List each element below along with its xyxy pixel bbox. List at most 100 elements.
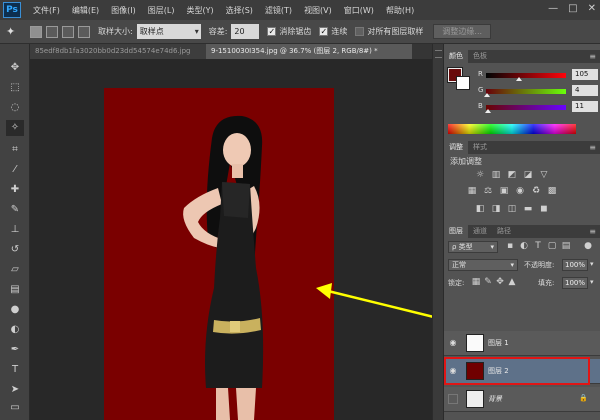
tab-color[interactable]: 颜色 (444, 50, 468, 63)
contiguous-checkbox[interactable]: ✓ (319, 27, 329, 36)
color-balance-icon[interactable]: ⚖ (482, 186, 494, 197)
magic-wand-icon[interactable]: ✧ (6, 120, 24, 136)
hue-saturation-icon[interactable]: ▦ (466, 186, 478, 197)
fill-input[interactable]: 100% (562, 277, 588, 289)
posterize-icon[interactable]: ◨ (490, 204, 502, 215)
lock-all-icon[interactable]: ▲ (506, 277, 518, 288)
red-value[interactable]: 105 (572, 69, 598, 80)
blue-slider[interactable] (486, 105, 566, 110)
minimize-button[interactable]: — (548, 3, 558, 14)
intersect-selection-icon[interactable] (78, 25, 90, 38)
menu-select[interactable]: 选择(S) (226, 5, 253, 16)
tab-document-2[interactable]: 9-1510030I354.jpg @ 36.7% (图层 2, RGB/8#)… (206, 44, 412, 59)
eraser-tool-icon[interactable]: ▱ (6, 262, 24, 278)
color-spectrum[interactable] (448, 124, 576, 134)
opacity-input[interactable]: 100% (562, 259, 588, 271)
menu-file[interactable]: 文件(F) (33, 5, 60, 16)
vibrance-icon[interactable]: ▽ (538, 170, 550, 181)
panel-collapse-strip[interactable] (432, 44, 444, 420)
filter-pixel-icon[interactable]: ▪ (504, 241, 516, 252)
menu-layer[interactable]: 图层(L) (148, 5, 175, 16)
exposure-icon[interactable]: ◪ (522, 170, 534, 181)
close-button[interactable]: ✕ (588, 3, 596, 14)
panel-menu-icon[interactable]: ≡ (589, 225, 596, 238)
sample-size-select[interactable]: 取样点 (136, 24, 201, 39)
lasso-tool-icon[interactable]: ◌ (6, 100, 24, 116)
stamp-tool-icon[interactable]: ⊥ (6, 222, 24, 238)
menu-view[interactable]: 视图(V) (304, 5, 332, 16)
move-tool-icon[interactable]: ✥ (6, 60, 24, 76)
black-white-icon[interactable]: ▣ (498, 186, 510, 197)
green-slider-thumb[interactable] (484, 93, 490, 97)
maximize-button[interactable]: □ (568, 3, 577, 14)
channel-mixer-icon[interactable]: ♻ (530, 186, 542, 197)
blue-value[interactable]: 11 (572, 101, 598, 112)
threshold-icon[interactable]: ◫ (506, 204, 518, 215)
tolerance-input[interactable]: 20 (231, 24, 260, 39)
photo-filter-icon[interactable]: ◉ (514, 186, 526, 197)
menu-window[interactable]: 窗口(W) (344, 5, 374, 16)
background-color-swatch[interactable] (456, 76, 470, 90)
tab-styles[interactable]: 样式 (468, 141, 492, 154)
panel-menu-icon[interactable]: ≡ (589, 141, 596, 154)
canvas-area[interactable] (30, 59, 432, 420)
all-layers-checkbox[interactable] (355, 27, 365, 36)
invert-icon[interactable]: ◧ (474, 204, 486, 215)
menu-edit[interactable]: 编辑(E) (72, 5, 99, 16)
blue-slider-thumb[interactable] (485, 109, 491, 113)
curves-icon[interactable]: ◩ (506, 170, 518, 181)
menu-filter[interactable]: 滤镜(T) (265, 5, 292, 16)
gradient-tool-icon[interactable]: ▤ (6, 282, 24, 298)
lock-transparency-icon[interactable]: ▦ (470, 277, 482, 288)
layer-row-1[interactable]: ◉ 图层 1 (444, 331, 600, 356)
lock-pixels-icon[interactable]: ✎ (482, 277, 494, 288)
red-slider[interactable] (486, 73, 566, 78)
gradient-map-icon[interactable]: ▬ (522, 204, 534, 215)
selective-color-icon[interactable]: ◼ (538, 204, 550, 215)
filter-adjustment-icon[interactable]: ◐ (518, 241, 530, 252)
path-select-icon[interactable]: ➤ (6, 382, 24, 398)
pen-tool-icon[interactable]: ✒ (6, 342, 24, 358)
menu-image[interactable]: 图像(I) (111, 5, 136, 16)
panel-menu-icon[interactable]: ≡ (589, 50, 596, 63)
menu-help[interactable]: 帮助(H) (386, 5, 414, 16)
history-brush-icon[interactable]: ↺ (6, 242, 24, 258)
eyedropper-tool-icon[interactable]: ⁄ (6, 162, 24, 178)
filter-smart-icon[interactable]: ▤ (560, 241, 572, 252)
tab-swatches[interactable]: 色板 (468, 50, 492, 63)
add-selection-icon[interactable] (46, 25, 58, 38)
menu-type[interactable]: 类型(Y) (186, 5, 213, 16)
filter-shape-icon[interactable]: ▢ (546, 241, 558, 252)
shape-tool-icon[interactable]: ▭ (6, 400, 24, 416)
lock-position-icon[interactable]: ✥ (494, 277, 506, 288)
chevron-down-icon[interactable]: ▾ (590, 278, 594, 286)
brightness-icon[interactable]: ☼ (474, 170, 486, 181)
tab-paths[interactable]: 路径 (492, 225, 516, 238)
marquee-tool-icon[interactable]: ⬚ (6, 80, 24, 96)
refine-edge-button[interactable]: 调整边缘... (433, 24, 492, 39)
tab-channels[interactable]: 通道 (468, 225, 492, 238)
layer-row-background[interactable]: 背景 🔒 (444, 387, 600, 412)
tab-layers[interactable]: 图层 (444, 225, 468, 238)
brush-tool-icon[interactable]: ✎ (6, 202, 24, 218)
green-value[interactable]: 4 (572, 85, 598, 96)
magic-wand-tool-icon[interactable]: ✦ (6, 25, 26, 38)
dodge-tool-icon[interactable]: ◐ (6, 322, 24, 338)
new-selection-icon[interactable] (30, 25, 42, 38)
filter-type-icon[interactable]: T (532, 241, 544, 252)
blur-tool-icon[interactable]: ● (6, 302, 24, 318)
layer-filter-select[interactable]: ρ 类型 ▾ (448, 241, 498, 253)
visibility-toggle[interactable] (448, 394, 458, 404)
eye-icon[interactable]: ◉ (448, 338, 458, 348)
green-slider[interactable] (486, 89, 566, 94)
color-lookup-icon[interactable]: ▩ (546, 186, 558, 197)
blend-mode-select[interactable]: 正常 ▾ (448, 259, 518, 271)
crop-tool-icon[interactable]: ⌗ (6, 142, 24, 158)
antialias-checkbox[interactable]: ✓ (267, 27, 277, 36)
filter-toggle-icon[interactable]: ● (582, 241, 594, 252)
tab-adjustments[interactable]: 调整 (444, 141, 468, 154)
levels-icon[interactable]: ▥ (490, 170, 502, 181)
subtract-selection-icon[interactable] (62, 25, 74, 38)
red-slider-thumb[interactable] (516, 77, 522, 81)
healing-brush-icon[interactable]: ✚ (6, 182, 24, 198)
